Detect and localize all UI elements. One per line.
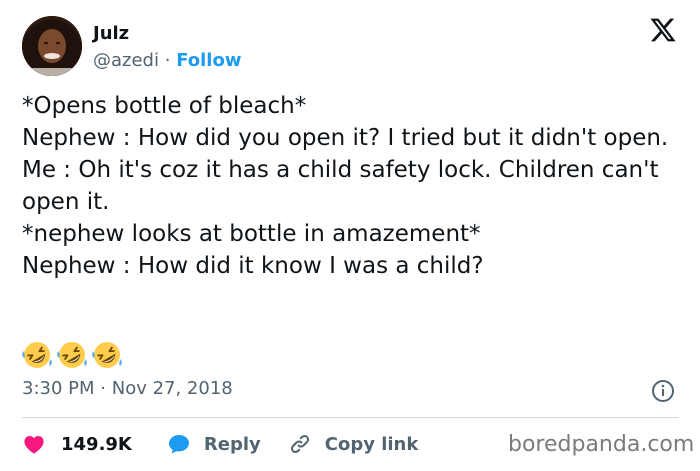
author-name[interactable]: Julz (93, 23, 129, 44)
tweet-line: *Opens bottle of bleach* (22, 93, 307, 119)
link-icon (290, 434, 309, 454)
tweet-line: Nephew : How did it know I was a child? (22, 253, 484, 279)
rolling-laughing-emoji-icon (92, 342, 122, 368)
action-bar: 149.9K Reply Copy link (22, 428, 418, 460)
rolling-laughing-emoji-icon (57, 342, 87, 368)
timestamp[interactable]: 3:30 PM · Nov 27, 2018 (22, 378, 233, 399)
follow-button[interactable]: Follow (176, 50, 241, 71)
reply-button[interactable]: Reply (167, 432, 261, 456)
like-count: 149.9K (61, 433, 132, 455)
info-icon[interactable] (651, 379, 675, 403)
separator: · (164, 50, 171, 71)
emoji-row (20, 339, 124, 371)
tweet-date: Nov 27, 2018 (111, 378, 233, 399)
tweet-line: Nephew : How did you open it? I tried bu… (22, 125, 669, 151)
avatar[interactable] (22, 16, 82, 76)
divider (22, 417, 679, 418)
like-button[interactable]: 149.9K (22, 432, 132, 456)
x-logo-icon[interactable] (649, 16, 677, 44)
reply-label: Reply (203, 433, 261, 455)
watermark: boredpanda.com (508, 432, 695, 457)
author-handle[interactable]: @azedi (93, 50, 159, 71)
rolling-laughing-emoji-icon (22, 342, 52, 368)
separator: · (100, 378, 106, 399)
copy-link-label: Copy link (324, 433, 419, 455)
handle-row: @azedi · Follow (93, 50, 241, 71)
copy-link-button[interactable]: Copy link (288, 432, 419, 456)
tweet-time: 3:30 PM (22, 378, 95, 399)
tweet-line: *nephew looks at bottle in amazement* (22, 221, 481, 247)
reply-bubble-icon (168, 435, 189, 454)
tweet-header: Julz @azedi · Follow (22, 16, 682, 78)
tweet-text: *Opens bottle of bleach* Nephew : How did… (22, 90, 682, 282)
tweet-line: Me : Oh it's coz it has a child safety l… (22, 157, 666, 215)
heart-icon (24, 436, 44, 454)
